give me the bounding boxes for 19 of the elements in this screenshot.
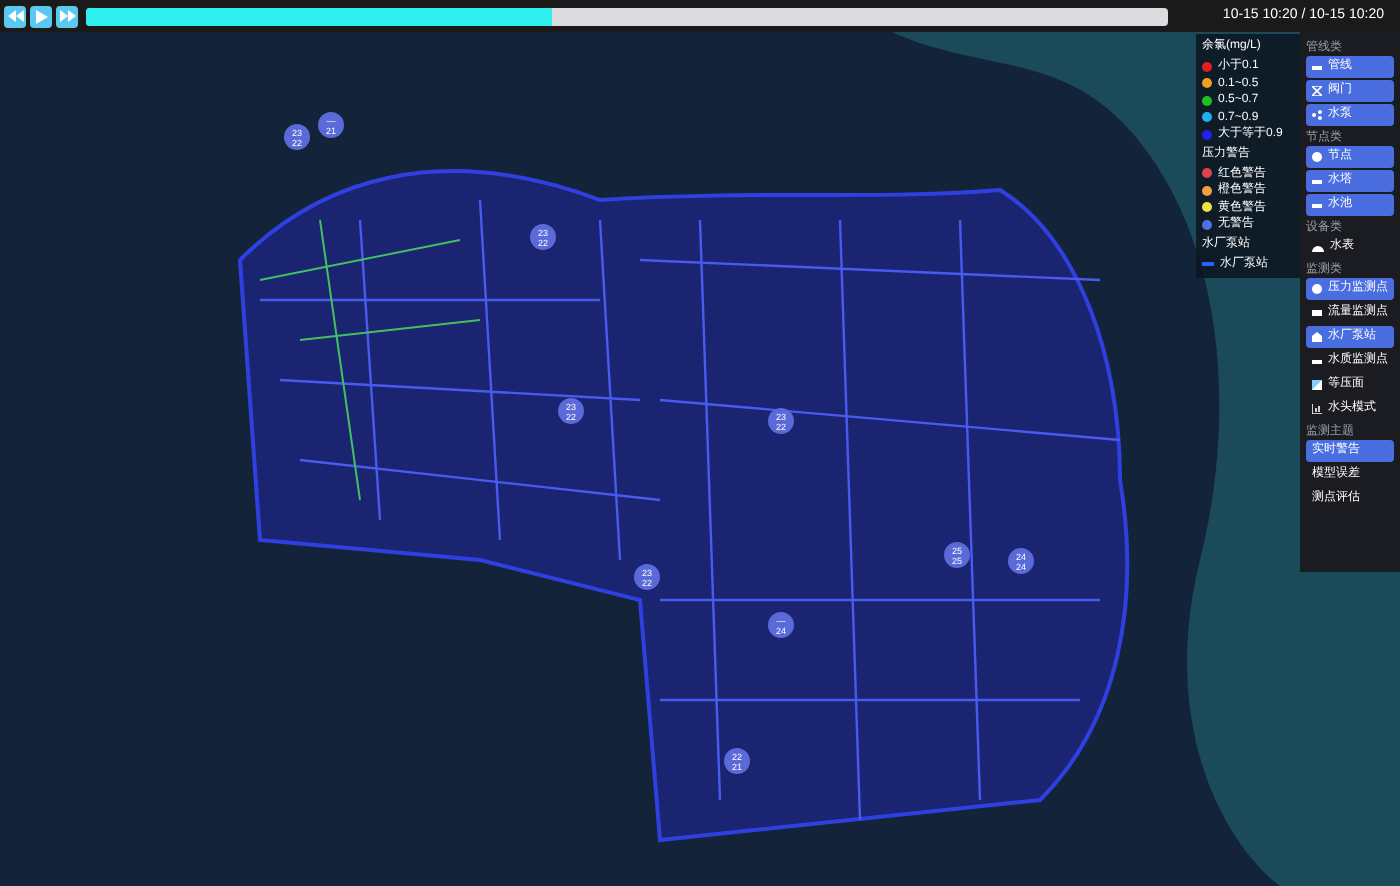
timeline-track[interactable]: [86, 7, 1168, 25]
rewind-icon: [7, 10, 23, 22]
dash-icon: [1312, 359, 1322, 363]
play-icon: [35, 9, 47, 23]
dash-icon: [1312, 203, 1322, 207]
fast-forward-icon: [59, 10, 75, 22]
gauge-icon: [1312, 243, 1324, 251]
rectangle-icon: [1312, 310, 1322, 316]
dash-icon: [1312, 179, 1322, 183]
building-icon: [1312, 332, 1322, 342]
play-button[interactable]: [30, 5, 52, 27]
share-icon: [1312, 110, 1322, 120]
circle-icon: [1312, 152, 1322, 162]
fast-forward-button[interactable]: [56, 5, 78, 27]
image-icon: [1312, 380, 1322, 390]
rewind-button[interactable]: [4, 5, 26, 27]
circle-icon: [1312, 284, 1322, 294]
chart-icon: [1312, 404, 1322, 414]
dash-icon: [1312, 65, 1322, 69]
